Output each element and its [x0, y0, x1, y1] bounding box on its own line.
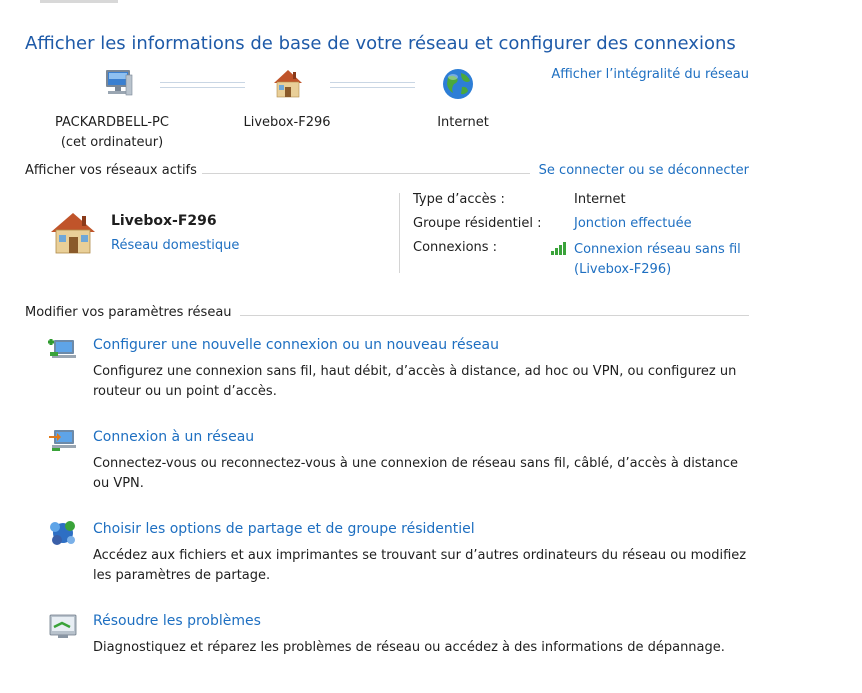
- house-icon[interactable]: [270, 66, 306, 102]
- troubleshoot-desc-line-1: Diagnostiquez et réparez les problèmes d…: [93, 640, 725, 655]
- wireless-connection-name[interactable]: Connexion réseau sans fil: [574, 240, 741, 260]
- access-type-label: Type d’accès :: [413, 192, 505, 207]
- homegroup-label: Groupe résidentiel :: [413, 216, 542, 231]
- top-scroll-remnant: [40, 0, 118, 3]
- computer-name-label: PACKARDBELL-PC (cet ordinateur): [42, 113, 182, 153]
- wireless-connection-ssid[interactable]: (Livebox-F296): [574, 260, 741, 280]
- connect-disconnect-link[interactable]: Se connecter ou se déconnecter: [539, 163, 749, 178]
- computer-icon: [100, 66, 136, 102]
- sharing-options-desc-line-2: les paramètres de partage.: [93, 568, 271, 583]
- new-connection-desc-line-2: routeur ou un point d’accès.: [93, 384, 277, 399]
- active-network-name: Livebox-F296: [111, 213, 217, 229]
- new-connection-link[interactable]: Configurer une nouvelle connexion ou un …: [93, 337, 499, 353]
- connect-network-description: Connectez-vous ou reconnectez-vous à une…: [93, 454, 738, 494]
- homegroup-sharing-icon[interactable]: [48, 518, 78, 546]
- wifi-signal-icon: [551, 241, 569, 255]
- globe-icon[interactable]: [440, 66, 476, 102]
- new-connection-icon[interactable]: [48, 334, 78, 362]
- connect-network-link[interactable]: Connexion à un réseau: [93, 429, 254, 445]
- sharing-options-desc-line-1: Accédez aux fichiers et aux imprimantes …: [93, 548, 747, 563]
- sharing-options-link[interactable]: Choisir les options de partage et de gro…: [93, 521, 475, 537]
- connect-network-desc-line-2: ou VPN.: [93, 476, 144, 491]
- connections-label: Connexions :: [413, 240, 498, 255]
- page-title: Afficher les informations de base de vot…: [25, 33, 736, 54]
- network-house-icon[interactable]: [48, 210, 98, 256]
- wireless-connection-link[interactable]: Connexion réseau sans fil (Livebox-F296): [574, 240, 741, 280]
- connect-network-icon[interactable]: [48, 426, 78, 454]
- map-link-router-internet: [330, 82, 415, 88]
- network-type-link[interactable]: Réseau domestique: [111, 238, 239, 253]
- access-type-value: Internet: [574, 192, 626, 207]
- homegroup-link[interactable]: Jonction effectuée: [574, 216, 692, 231]
- internet-label: Internet: [437, 115, 489, 130]
- active-network-vertical-divider: [399, 193, 400, 273]
- router-name: Livebox-F296: [243, 115, 331, 130]
- active-networks-divider: [202, 173, 530, 174]
- new-connection-description: Configurez une connexion sans fil, haut …: [93, 362, 736, 402]
- sharing-options-description: Accédez aux fichiers et aux imprimantes …: [93, 546, 746, 586]
- full-network-map-link[interactable]: Afficher l’intégralité du réseau: [551, 67, 749, 82]
- settings-heading: Modifier vos paramètres réseau: [25, 305, 232, 320]
- computer-subtitle: (cet ordinateur): [60, 135, 164, 150]
- new-connection-desc-line-1: Configurez une connexion sans fil, haut …: [93, 364, 737, 379]
- computer-name: PACKARDBELL-PC: [55, 115, 169, 130]
- troubleshoot-link[interactable]: Résoudre les problèmes: [93, 613, 261, 629]
- troubleshoot-icon[interactable]: [48, 612, 78, 640]
- troubleshoot-description: Diagnostiquez et réparez les problèmes d…: [93, 638, 725, 658]
- settings-divider: [240, 315, 749, 316]
- connect-network-desc-line-1: Connectez-vous ou reconnectez-vous à une…: [93, 456, 739, 471]
- map-link-computer-router: [160, 82, 245, 88]
- active-networks-heading: Afficher vos réseaux actifs: [25, 163, 197, 178]
